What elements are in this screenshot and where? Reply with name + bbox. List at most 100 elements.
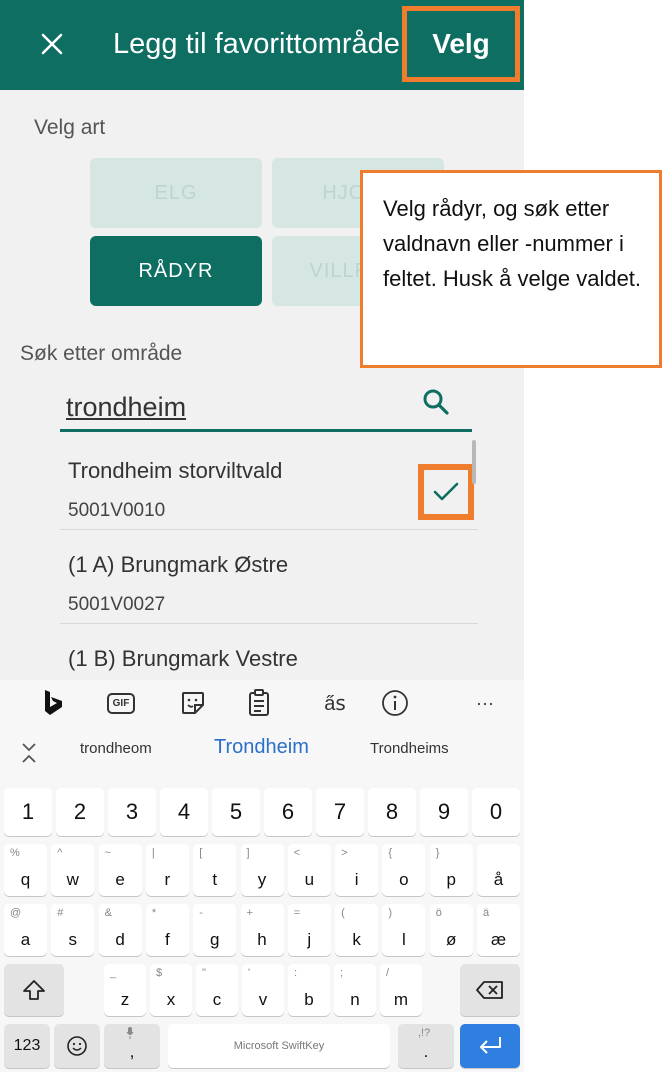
collapse-icon[interactable] [14,738,44,768]
key-f[interactable]: * f [145,904,189,956]
key-3[interactable]: 3 [108,788,156,836]
key-y[interactable]: ] y [240,844,284,896]
key-7[interactable]: 7 [316,788,364,836]
key-2[interactable]: 2 [56,788,104,836]
emoji-key[interactable] [54,1024,100,1068]
key-u[interactable]: < u [287,844,331,896]
key-j[interactable]: = j [287,904,331,956]
key-l[interactable]: ) l [382,904,426,956]
period-key[interactable]: ,!?. [398,1024,454,1068]
result-name: (1 B) Brungmark Vestre [68,646,298,671]
key-letter: m [393,990,409,1009]
keyboard-toolbar: GIF a̋ꜱ ··· [0,680,524,726]
key-c[interactable]: " c [196,964,238,1016]
key-symbol: : [294,967,298,979]
key-letter: z [120,990,130,1009]
key-symbol: { [388,847,393,859]
key-letter: j [307,930,312,949]
key-8[interactable]: 8 [368,788,416,836]
suggestion-item[interactable]: trondheom [80,740,152,757]
key-x[interactable]: $ x [150,964,192,1016]
result-item[interactable]: (1 A) Brungmark Østre 5001V0027 [60,530,478,624]
key-w[interactable]: ^ w [51,844,95,896]
page-title: Legg til favorittområde [113,28,400,60]
search-field[interactable]: trondheim [60,372,472,432]
key-symbol: ,!? [418,1027,431,1039]
key-symbol: " [202,967,206,979]
key-å[interactable]: å [477,844,520,896]
space-key[interactable]: Microsoft SwiftKey [168,1024,390,1068]
more-icon[interactable]: ··· [470,688,500,718]
backspace-key[interactable] [460,964,520,1016]
emoji-icon [67,1036,87,1056]
key-b[interactable]: :b [288,964,330,1016]
clipboard-icon[interactable] [244,688,274,718]
result-item[interactable]: (1 B) Brungmark Vestre [60,624,478,680]
key-o[interactable]: {o [382,844,426,896]
key-symbol: | [151,847,155,859]
gif-icon[interactable]: GIF [106,688,136,718]
selected-checkbox[interactable] [418,464,474,520]
search-icon[interactable] [420,386,452,418]
enter-key[interactable] [460,1024,520,1068]
key-label: 5 [229,799,243,824]
key-v[interactable]: ' v [242,964,284,1016]
info-icon[interactable] [380,688,410,718]
key-5[interactable]: 5 [212,788,260,836]
species-option-elg[interactable]: ELG [90,158,262,228]
key-symbol: @ [10,907,22,919]
sticker-icon[interactable] [178,688,208,718]
search-input[interactable]: trondheim [66,392,186,423]
key-symbol: = [293,907,301,919]
key-a[interactable]: @ a [4,904,47,956]
key-d[interactable]: & d [98,904,142,956]
key-e[interactable]: ~ e [98,844,142,896]
key-label: 7 [333,799,347,824]
key-6[interactable]: 6 [264,788,312,836]
instruction-callout: Velg rådyr, og søk etter valdnavn eller … [360,170,662,368]
key-q[interactable]: % q [4,844,47,896]
key-s[interactable]: # s [51,904,95,956]
close-button[interactable] [30,22,74,66]
species-option-radyr[interactable]: RÅDYR [90,236,262,306]
key-r[interactable]: | r [145,844,189,896]
key-i[interactable]: > i [335,844,379,896]
key-1[interactable]: 1 [4,788,52,836]
result-item[interactable]: Trondheim storviltvald 5001V0010 [60,436,478,530]
key-p[interactable]: } p [429,844,473,896]
confirm-button[interactable]: Velg [402,6,520,82]
suggestion-primary[interactable]: Trondheim [214,736,309,759]
key-symbol: [ [199,847,203,859]
key-label: 2 [73,799,87,824]
key-n[interactable]: ; n [334,964,376,1016]
key-4[interactable]: 4 [160,788,208,836]
shift-icon [23,980,45,1000]
comma-key[interactable]: , [104,1024,160,1068]
shift-key[interactable] [4,964,64,1016]
translate-icon[interactable]: a̋ꜱ [320,688,350,718]
key-letter: k [352,930,361,949]
key-h[interactable]: + h [240,904,284,956]
key-letter: e [115,870,125,889]
key-ø[interactable]: öø [429,904,473,956]
key-letter: v [258,990,268,1009]
mode-key[interactable]: 123 [4,1024,50,1068]
scrollbar[interactable] [472,440,476,484]
key-9[interactable]: 9 [420,788,468,836]
suggestion-bar: trondheom Trondheim Trondheims [0,726,524,778]
key-symbol: ~ [104,847,112,859]
key-g[interactable]: -g [193,904,237,956]
key-symbol: > [341,847,348,859]
key-z[interactable]: _ z [104,964,146,1016]
bing-icon[interactable] [38,688,68,718]
key-letter: i [354,870,359,889]
key-k[interactable]: (k [335,904,379,956]
key-m[interactable]: / m [380,964,422,1016]
key-letter: y [257,870,267,889]
key-0[interactable]: 0 [472,788,520,836]
mic-icon [126,1027,134,1042]
key-æ[interactable]: äæ [477,904,520,956]
space-label: Microsoft SwiftKey [233,1040,325,1052]
key-t[interactable]: [t [193,844,237,896]
suggestion-item[interactable]: Trondheims [370,740,449,757]
